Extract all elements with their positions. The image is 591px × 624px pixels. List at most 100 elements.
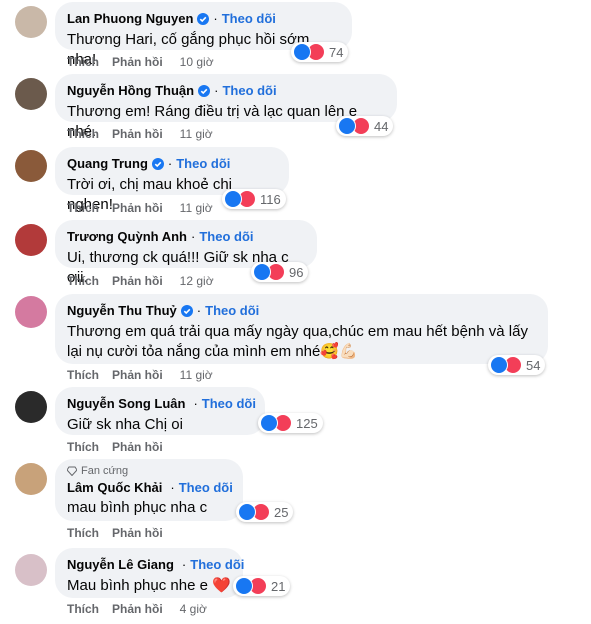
comment-actions: Thích Phản hồi 11 giờ xyxy=(67,201,226,215)
timestamp[interactable]: 12 giờ xyxy=(180,274,214,288)
follow-button[interactable]: Theo dõi xyxy=(179,479,233,496)
comment-bubble: Nguyễn Hồng Thuận · Theo dõi Thương em! … xyxy=(55,74,397,140)
follow-button[interactable]: Theo dõi xyxy=(190,556,244,573)
fan-badge-label: Fan cứng xyxy=(81,465,129,477)
reaction-count: 74 xyxy=(329,44,344,60)
separator-dot: · xyxy=(181,557,187,572)
author-name[interactable]: Lâm Quốc Khải xyxy=(67,479,162,496)
avatar[interactable] xyxy=(15,463,47,495)
reply-button[interactable]: Phản hồi xyxy=(112,274,163,288)
reply-button[interactable]: Phản hồi xyxy=(112,127,163,141)
comment-actions: Thích Phản hồi 11 giờ xyxy=(67,127,226,141)
separator-dot: · xyxy=(196,303,202,318)
separator-dot: · xyxy=(214,83,219,98)
like-reaction-icon xyxy=(490,356,508,374)
like-reaction-icon xyxy=(253,263,271,281)
reaction-count: 125 xyxy=(296,415,318,431)
timestamp[interactable]: 10 giờ xyxy=(180,55,214,69)
author-name[interactable]: Quang Trung xyxy=(67,155,148,172)
reaction-summary[interactable]: 116 xyxy=(222,189,286,209)
verified-icon xyxy=(180,304,193,317)
avatar[interactable] xyxy=(15,78,47,110)
verified-icon xyxy=(151,157,164,170)
author-name[interactable]: Lan Phuong Nguyen xyxy=(67,10,193,27)
avatar[interactable] xyxy=(15,224,47,256)
comment-text: Thương em quá trải qua mấy ngày qua,chúc… xyxy=(67,323,528,360)
comment-actions: Thích Phản hồi xyxy=(67,526,176,540)
avatar[interactable] xyxy=(15,296,47,328)
follow-button[interactable]: Theo dõi xyxy=(205,302,259,319)
separator-dot: · xyxy=(213,11,218,26)
author-name[interactable]: Nguyễn Lê Giang xyxy=(67,556,174,573)
reply-button[interactable]: Phản hồi xyxy=(112,440,163,454)
comment-actions: Thích Phản hồi xyxy=(67,440,176,454)
comment-text: Mau bình phục nhe e ❤️ xyxy=(67,577,231,594)
diamond-icon xyxy=(67,466,77,476)
like-reaction-icon xyxy=(224,190,242,208)
reaction-summary[interactable]: 74 xyxy=(291,42,349,62)
timestamp[interactable]: 11 giờ xyxy=(180,368,213,382)
like-button[interactable]: Thích xyxy=(67,274,99,288)
separator-dot: · xyxy=(170,480,175,495)
reply-button[interactable]: Phản hồi xyxy=(112,368,163,382)
comment-actions: Thích Phản hồi 10 giờ xyxy=(67,55,227,69)
comment-actions: Thích Phản hồi 4 giờ xyxy=(67,602,220,616)
like-reaction-icon xyxy=(293,43,311,61)
reaction-count: 116 xyxy=(260,191,281,207)
like-button[interactable]: Thích xyxy=(67,526,99,540)
like-button[interactable]: Thích xyxy=(67,201,99,215)
reply-button[interactable]: Phản hồi xyxy=(112,602,163,616)
comment-bubble: Fan cứng Lâm Quốc Khải · Theo dõi mau bì… xyxy=(55,459,243,521)
like-button[interactable]: Thích xyxy=(67,368,99,382)
reaction-count: 21 xyxy=(271,578,286,594)
author-name[interactable]: Nguyễn Song Luân xyxy=(67,395,185,412)
reaction-summary[interactable]: 96 xyxy=(251,262,309,282)
reaction-count: 44 xyxy=(374,118,389,134)
reaction-count: 25 xyxy=(274,504,289,520)
author-name[interactable]: Trương Quỳnh Anh xyxy=(67,228,187,245)
author-name[interactable]: Nguyễn Hồng Thuận xyxy=(67,82,194,99)
like-reaction-icon xyxy=(260,414,278,432)
reaction-summary[interactable]: 25 xyxy=(236,502,294,522)
reply-button[interactable]: Phản hồi xyxy=(112,201,163,215)
avatar[interactable] xyxy=(15,150,47,182)
comment-text: Giữ sk nha Chị oi xyxy=(67,416,183,433)
like-reaction-icon xyxy=(235,577,253,595)
separator-dot: · xyxy=(193,396,198,411)
like-button[interactable]: Thích xyxy=(67,127,99,141)
comment-actions: Thích Phản hồi 11 giờ xyxy=(67,368,226,382)
timestamp[interactable]: 11 giờ xyxy=(180,127,213,141)
reply-button[interactable]: Phản hồi xyxy=(112,55,163,69)
comment-bubble: Trương Quỳnh Anh · Theo dõi Ui, thương c… xyxy=(55,220,317,286)
separator-dot: · xyxy=(167,156,173,171)
like-button[interactable]: Thích xyxy=(67,55,99,69)
follow-button[interactable]: Theo dõi xyxy=(199,228,253,245)
verified-icon xyxy=(198,84,211,97)
follow-button[interactable]: Theo dõi xyxy=(202,395,256,412)
reaction-summary[interactable]: 54 xyxy=(488,355,546,375)
author-name[interactable]: Nguyễn Thu Thuỷ xyxy=(67,302,177,319)
avatar[interactable] xyxy=(15,391,47,423)
comment-bubble: Nguyễn Thu Thuỷ · Theo dõi Thương em quá… xyxy=(55,294,548,364)
follow-button[interactable]: Theo dõi xyxy=(222,10,276,27)
follow-button[interactable]: Theo dõi xyxy=(222,82,276,99)
like-reaction-icon xyxy=(238,503,256,521)
reaction-summary[interactable]: 21 xyxy=(233,576,291,596)
fan-badge: Fan cứng xyxy=(67,465,231,477)
like-button[interactable]: Thích xyxy=(67,440,99,454)
reaction-count: 54 xyxy=(526,357,541,373)
reaction-summary[interactable]: 125 xyxy=(258,413,323,433)
avatar[interactable] xyxy=(15,554,47,586)
timestamp[interactable]: 4 giờ xyxy=(180,602,207,616)
separator-dot: · xyxy=(191,229,196,244)
reaction-summary[interactable]: 44 xyxy=(336,116,394,136)
avatar[interactable] xyxy=(15,6,47,38)
reply-button[interactable]: Phản hồi xyxy=(112,526,163,540)
verified-icon xyxy=(197,12,210,25)
like-reaction-icon xyxy=(338,117,356,135)
comment-bubble: Quang Trung · Theo dõi Trời ơi, chị mau … xyxy=(55,147,289,213)
reaction-count: 96 xyxy=(289,264,304,280)
follow-button[interactable]: Theo dõi xyxy=(176,155,230,172)
like-button[interactable]: Thích xyxy=(67,602,99,616)
timestamp[interactable]: 11 giờ xyxy=(180,201,213,215)
